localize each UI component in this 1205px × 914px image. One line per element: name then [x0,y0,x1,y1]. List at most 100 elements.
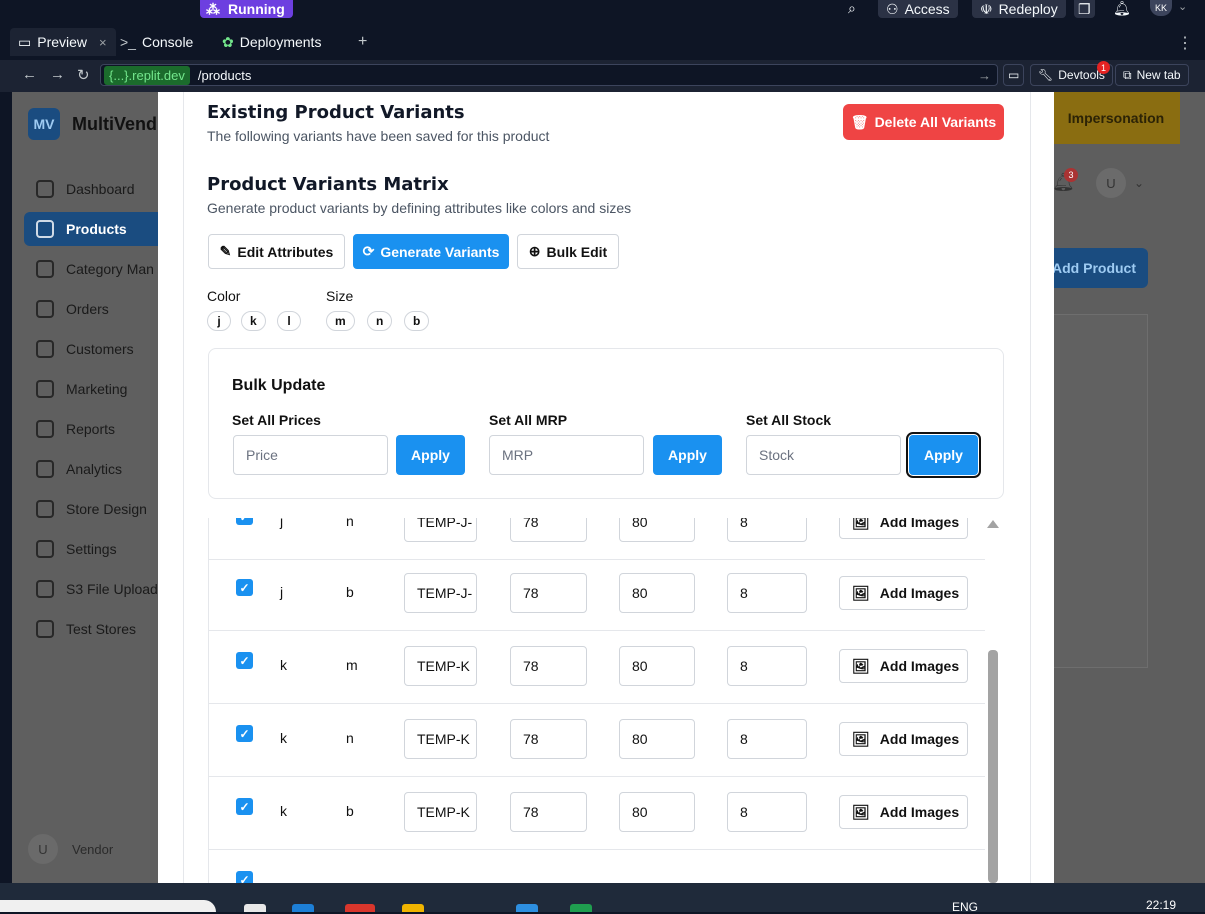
sidebar-item-reports[interactable]: Reports [24,412,158,446]
mrp-input[interactable]: 80 [619,518,695,542]
stock-input[interactable]: 8 [727,518,807,542]
more-icon[interactable]: ⋮ [1177,33,1193,53]
redeploy-button[interactable]: ☫ Redeploy [972,0,1066,18]
access-button[interactable]: ⚇ Access [878,0,958,18]
row-checkbox[interactable]: ✓ [236,652,253,669]
mrp-input[interactable]: 80 [619,646,695,686]
add-product-button[interactable]: Add Product [1052,248,1148,288]
price-input[interactable]: 78 [510,573,587,613]
mrp-input[interactable]: 80 [619,719,695,759]
sku-input[interactable]: TEMP-J- [404,573,477,613]
apply-mrp-button[interactable]: Apply [653,435,722,475]
tab-preview[interactable]: ▭ Preview × [10,28,116,56]
add-images-button[interactable]: 🖼︎ Add Images [839,518,968,539]
tab-console[interactable]: >_ Console [112,28,201,56]
taskbar-app-icon[interactable] [402,904,424,912]
add-images-button[interactable]: 🖼︎ Add Images [839,795,968,829]
price-input[interactable]: 78 [510,518,587,542]
stock-input[interactable]: 8 [727,792,807,832]
bell-icon[interactable]: 🔔︎ [1113,0,1131,17]
sidebar-item-orders[interactable]: Orders [24,292,158,326]
size-chip[interactable]: n [367,311,393,331]
search-icon[interactable]: ⌕ [848,0,856,17]
sku-input[interactable]: TEMP-K [404,719,477,759]
size-chip[interactable]: b [404,311,430,331]
sku-input[interactable]: TEMP-K [404,646,477,686]
sidebar-item-analytics[interactable]: Analytics [24,452,158,486]
row-checkbox[interactable]: ✓ [236,518,253,525]
row-checkbox[interactable]: ✓ [236,579,253,596]
sidebar-item-dashboard[interactable]: Dashboard [24,172,158,206]
price-input[interactable]: 78 [510,792,587,832]
size-chip[interactable]: m [326,311,355,331]
chevron-down-icon[interactable]: ⌄ [1134,176,1144,190]
mrp-input[interactable]: 80 [619,792,695,832]
price-input[interactable]: 78 [510,719,587,759]
bulk-stock-input[interactable] [746,435,901,475]
vendor-profile[interactable]: U Vendor [28,834,113,864]
tab-deployments[interactable]: ✿ Deployments [214,28,329,56]
copy-button[interactable]: ❐ [1074,0,1095,18]
price-input[interactable]: 78 [510,646,587,686]
sidebar-item-customers[interactable]: Customers [24,332,158,366]
replit-topbar: ⁂ Running ⌕ ⚇ Access ☫ Redeploy ❐ 🔔︎ KK … [0,0,1205,22]
close-icon[interactable]: × [99,35,107,50]
taskbar-app-icon[interactable] [516,904,538,912]
row-checkbox[interactable]: ✓ [236,798,253,815]
sidebar-item-products[interactable]: Products [24,212,158,246]
clock[interactable]: 22:19 [1146,898,1176,912]
run-status-button[interactable]: ⁂ Running [200,0,293,18]
reload-icon[interactable]: ↻ [77,66,90,84]
user-avatar[interactable]: KK [1150,0,1172,16]
impersonation-banner[interactable]: Impersonation [1052,92,1180,144]
color-chip[interactable]: j [207,311,231,331]
mrp-input[interactable]: 80 [619,573,695,613]
sidebar-item-test-stores[interactable]: Test Stores [24,612,158,646]
taskbar-app-icon[interactable] [292,904,314,912]
chevron-down-icon[interactable]: ⌄ [1178,0,1187,13]
device-button[interactable]: ▭ [1003,64,1025,86]
bulk-price-input[interactable] [233,435,388,475]
scrollbar-thumb[interactable] [988,650,998,883]
existing-variants-subtitle: The following variants have been saved f… [207,128,550,144]
apply-stock-button[interactable]: Apply [906,432,981,478]
taskbar-app-icon[interactable] [244,904,266,912]
plus-circle-icon: ⊕ [528,243,541,259]
add-images-button[interactable]: 🖼︎ Add Images [839,649,968,683]
add-tab-button[interactable]: + [358,33,367,51]
taskbar-app-icon[interactable] [345,904,375,912]
sidebar-item-settings[interactable]: Settings [24,532,158,566]
sidebar-item-category-man[interactable]: Category Man [24,252,158,286]
bulk-mrp-input[interactable] [489,435,644,475]
user-avatar[interactable]: U [1096,168,1126,198]
add-images-button[interactable]: 🖼︎ Add Images [839,576,968,610]
sku-input[interactable]: TEMP-K [404,792,477,832]
sidebar-item-store-design[interactable]: Store Design [24,492,158,526]
row-checkbox[interactable]: ✓ [236,871,253,883]
url-input[interactable]: {...}.replit.dev /products → [100,64,998,86]
sidebar-item-s3-file-upload[interactable]: S3 File Upload [24,572,158,606]
forward-icon[interactable]: → [50,66,65,83]
taskbar-search[interactable] [0,900,216,912]
new-tab-button[interactable]: ⧉ New tab [1115,64,1189,86]
variant-color: j [280,584,284,600]
sidebar-item-marketing[interactable]: Marketing [24,372,158,406]
table-row: ✓ j b TEMP-J- 78 80 8 🖼︎ Add Images [209,558,985,631]
edit-attributes-button[interactable]: ✎ Edit Attributes [208,234,345,269]
bulk-edit-button[interactable]: ⊕ Bulk Edit [517,234,619,269]
apply-price-button[interactable]: Apply [396,435,465,475]
stock-input[interactable]: 8 [727,719,807,759]
sku-input[interactable]: TEMP-J- [404,518,477,542]
stock-input[interactable]: 8 [727,646,807,686]
generate-variants-button[interactable]: ⟳ Generate Variants [353,234,509,269]
stock-input[interactable]: 8 [727,573,807,613]
back-icon[interactable]: ← [22,66,37,83]
add-images-button[interactable]: 🖼︎ Add Images [839,722,968,756]
color-chip[interactable]: k [241,311,266,331]
color-chip[interactable]: l [277,311,301,331]
delete-all-variants-button[interactable]: 🗑︎ Delete All Variants [843,104,1004,140]
go-arrow-icon[interactable]: → [978,68,991,83]
scroll-up-arrow-icon[interactable] [987,520,999,528]
row-checkbox[interactable]: ✓ [236,725,253,742]
taskbar-app-icon[interactable] [570,904,592,912]
